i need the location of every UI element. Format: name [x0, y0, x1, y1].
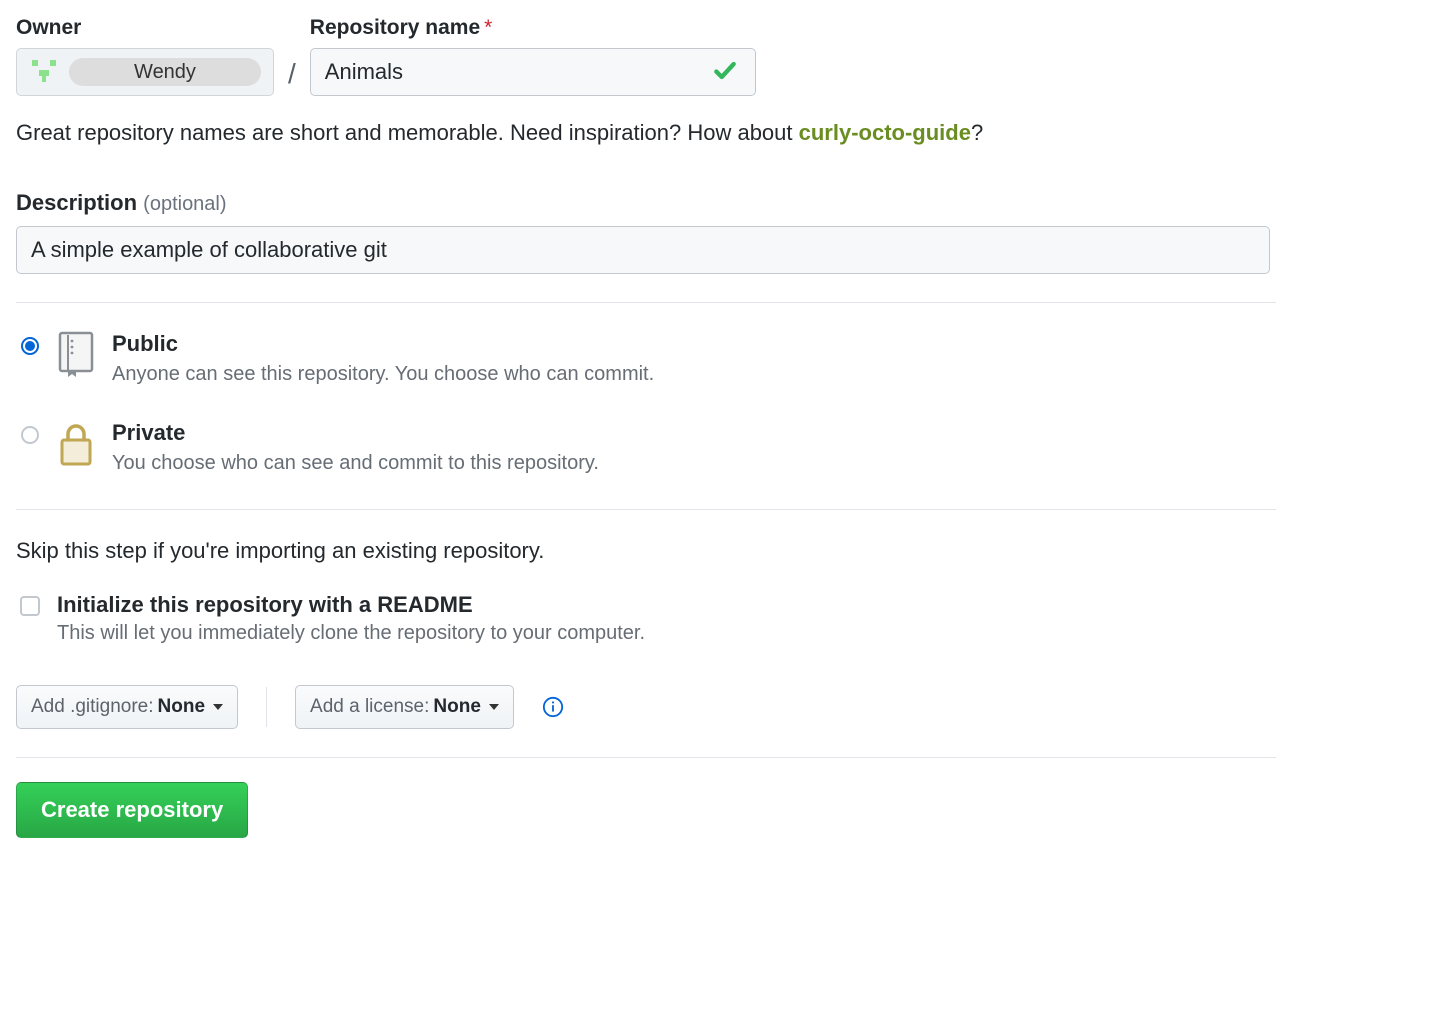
owner-selector[interactable]: Wendy [16, 48, 274, 96]
gitignore-dropdown[interactable]: Add .gitignore: None [16, 685, 238, 729]
divider [16, 302, 1276, 303]
visibility-private-radio[interactable] [21, 426, 39, 444]
readme-title: Initialize this repository with a README [57, 592, 645, 618]
initialize-readme-checkbox[interactable] [20, 596, 40, 616]
chevron-down-icon [489, 704, 499, 710]
divider [16, 509, 1276, 510]
private-desc: You choose who can see and commit to thi… [112, 452, 599, 475]
info-icon[interactable] [542, 696, 564, 718]
lock-icon [56, 420, 98, 468]
visibility-public-radio[interactable] [21, 337, 39, 355]
description-label: Description (optional) [16, 190, 1276, 216]
repo-icon [56, 331, 98, 379]
chevron-down-icon [213, 704, 223, 710]
optional-text: (optional) [143, 193, 226, 215]
repo-name-input[interactable] [310, 48, 756, 96]
avatar-icon [29, 57, 59, 87]
divider [16, 757, 1276, 758]
repo-name-label: Repository name* [310, 16, 756, 40]
description-input[interactable] [16, 226, 1270, 274]
slash-separator: / [288, 58, 296, 96]
create-repository-button[interactable]: Create repository [16, 782, 248, 838]
license-dropdown[interactable]: Add a license: None [295, 685, 514, 729]
public-desc: Anyone can see this repository. You choo… [112, 363, 654, 386]
vertical-divider [266, 687, 267, 727]
name-hint: Great repository names are short and mem… [16, 120, 1276, 146]
suggested-name-link[interactable]: curly-octo-guide [799, 120, 971, 145]
owner-label: Owner [16, 16, 274, 40]
skip-text: Skip this step if you're importing an ex… [16, 538, 1276, 564]
public-title: Public [112, 331, 654, 357]
private-title: Private [112, 420, 599, 446]
required-asterisk: * [484, 16, 492, 39]
readme-desc: This will let you immediately clone the … [57, 622, 645, 645]
owner-name: Wendy [134, 61, 196, 84]
